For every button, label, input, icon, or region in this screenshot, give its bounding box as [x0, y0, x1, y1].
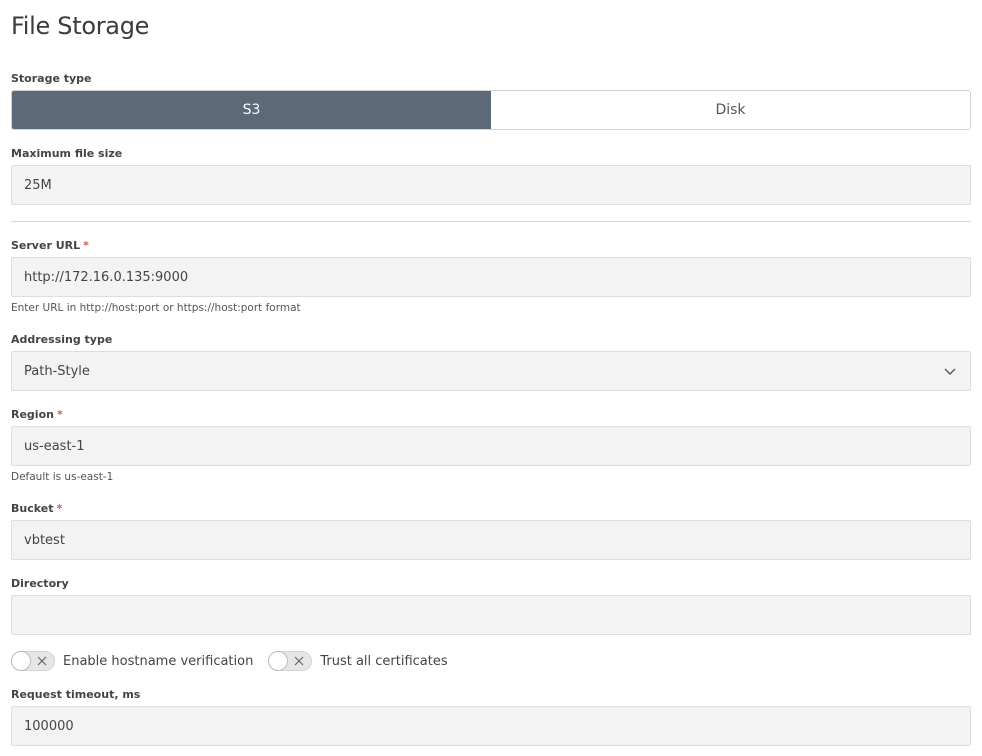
- storage-type-label: Storage type: [11, 72, 92, 85]
- bucket-value: vbtest: [24, 532, 65, 548]
- directory-input[interactable]: [11, 595, 971, 635]
- close-icon: [37, 656, 47, 666]
- trust-all-certificates-switch[interactable]: [268, 651, 313, 671]
- server-url-label: Server URL *: [11, 239, 89, 252]
- required-marker: *: [83, 239, 89, 252]
- bucket-label-text: Bucket: [11, 502, 54, 515]
- request-timeout-value: 100000: [24, 718, 74, 734]
- region-label: Region *: [11, 408, 63, 421]
- request-timeout-input[interactable]: 100000: [11, 706, 971, 746]
- request-timeout-label: Request timeout, ms: [11, 688, 141, 701]
- trust-all-certificates-label: Trust all certificates: [320, 653, 448, 669]
- page-title: File Storage: [11, 12, 150, 40]
- hostname-verification-toggle[interactable]: Enable hostname verification: [11, 651, 253, 671]
- server-url-label-text: Server URL: [11, 239, 81, 252]
- hostname-verification-switch[interactable]: [11, 651, 55, 671]
- region-value: us-east-1: [24, 438, 85, 454]
- region-hint: Default is us-east-1: [11, 471, 114, 483]
- storage-type-selector: S3 Disk: [11, 90, 971, 130]
- hostname-verification-label: Enable hostname verification: [63, 653, 254, 669]
- required-marker: *: [56, 502, 63, 515]
- max-file-size-input[interactable]: 25M: [11, 165, 971, 205]
- addressing-type-value: Path-Style: [24, 363, 90, 379]
- required-marker: *: [56, 408, 63, 421]
- bucket-input[interactable]: vbtest: [11, 520, 971, 560]
- addressing-type-label: Addressing type: [11, 333, 113, 346]
- toggle-row: Enable hostname verification Trust all c…: [11, 650, 448, 672]
- storage-type-s3-button[interactable]: S3: [12, 91, 491, 129]
- addressing-type-select[interactable]: Path-Style: [11, 351, 971, 391]
- section-divider: [11, 221, 971, 222]
- chevron-down-icon: [944, 368, 956, 375]
- region-input[interactable]: us-east-1: [11, 426, 971, 466]
- server-url-input[interactable]: http://172.16.0.135:9000: [11, 257, 971, 297]
- close-icon: [294, 656, 304, 666]
- trust-all-certificates-toggle[interactable]: Trust all certificates: [268, 651, 448, 671]
- storage-type-disk-button[interactable]: Disk: [491, 91, 970, 129]
- server-url-hint: Enter URL in http://host:port or https:/…: [11, 302, 301, 314]
- max-file-size-value: 25M: [24, 177, 52, 193]
- directory-label: Directory: [11, 577, 69, 590]
- bucket-label: Bucket *: [11, 502, 62, 515]
- toggle-knob: [268, 651, 289, 671]
- server-url-value: http://172.16.0.135:9000: [24, 269, 189, 285]
- region-label-text: Region: [11, 408, 54, 421]
- max-file-size-label: Maximum file size: [11, 147, 123, 160]
- toggle-knob: [11, 651, 31, 671]
